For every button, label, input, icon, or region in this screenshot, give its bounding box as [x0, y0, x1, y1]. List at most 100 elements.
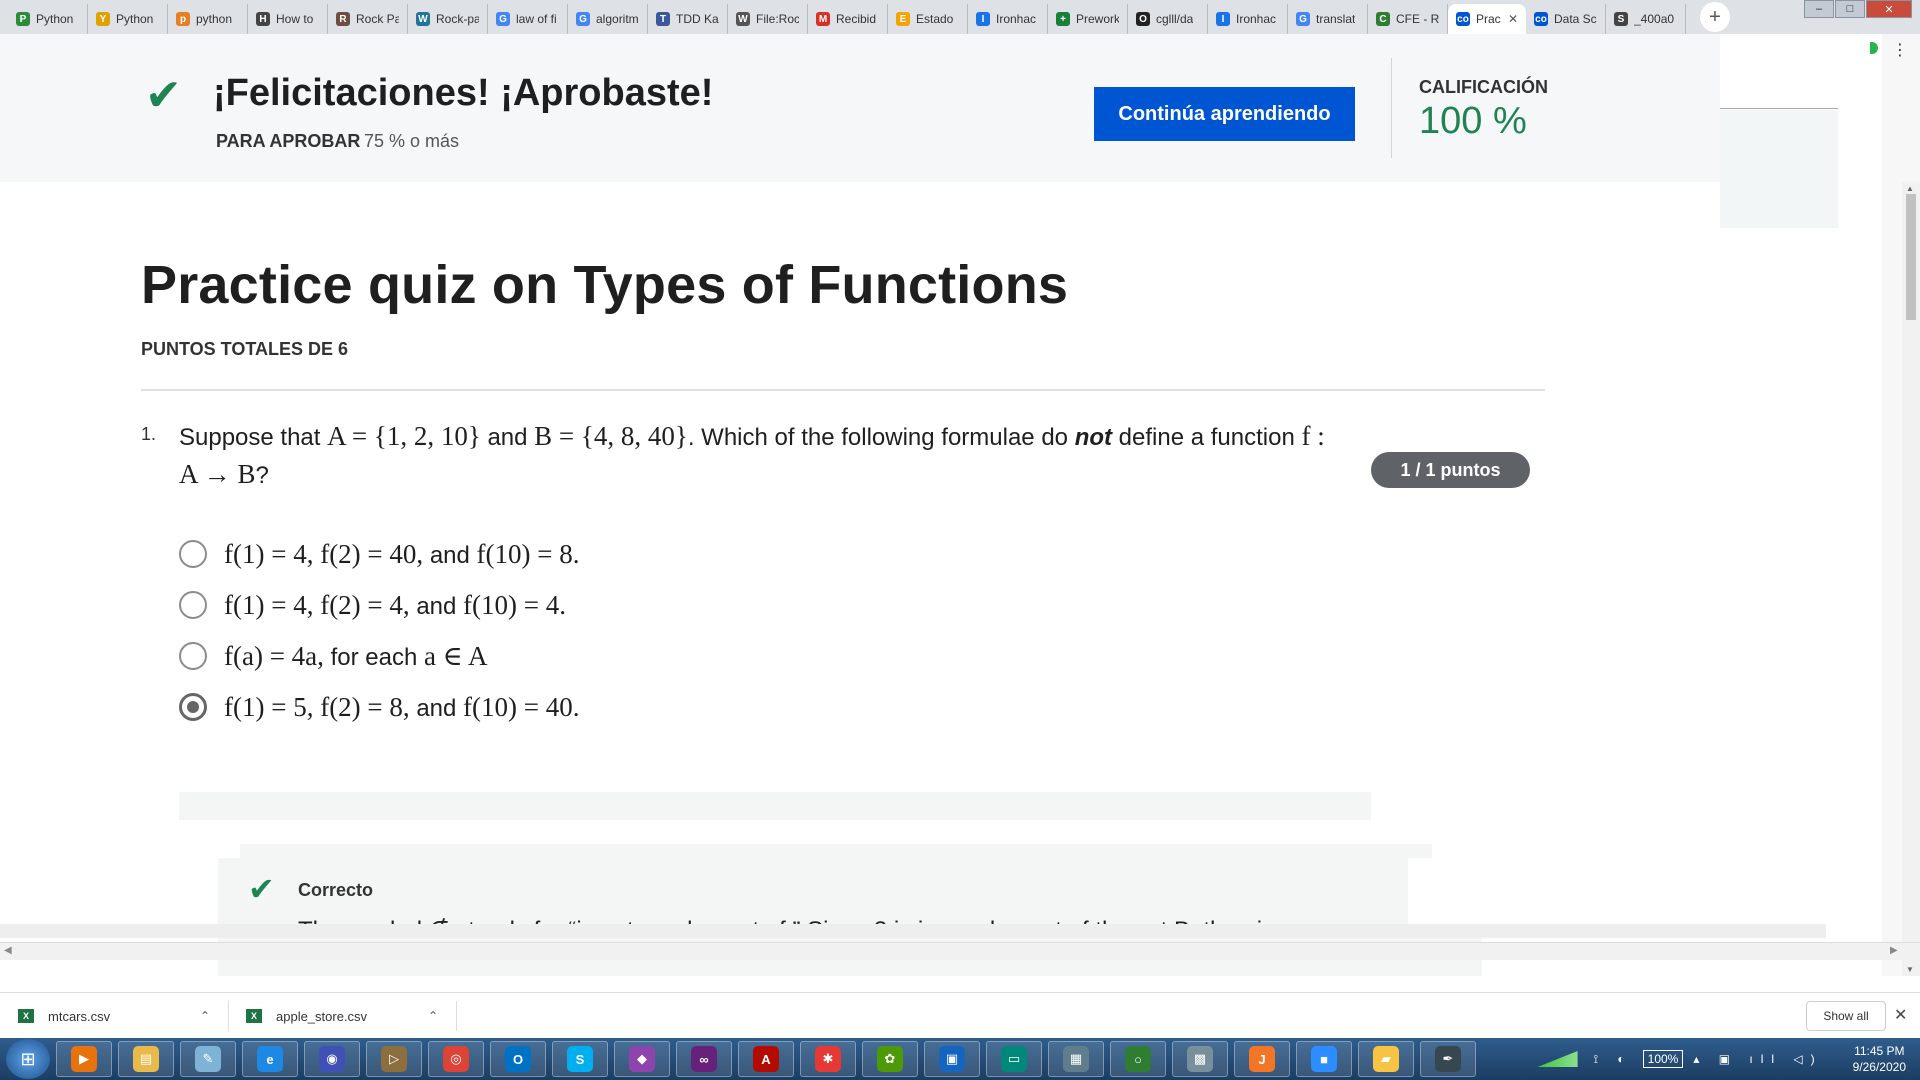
- browser-tab[interactable]: + Prework: [1048, 4, 1128, 34]
- taskbar-app-button[interactable]: ▣: [924, 1041, 980, 1077]
- taskbar-app-button[interactable]: O: [490, 1041, 546, 1077]
- download-item-apple-store[interactable]: X apple_store.csv ⌃: [246, 993, 446, 1039]
- taskbar-app-button[interactable]: S: [552, 1041, 608, 1077]
- taskbar-app-button[interactable]: ▦: [1048, 1041, 1104, 1077]
- taskbar-app-button[interactable]: ✱: [800, 1041, 856, 1077]
- browser-tab[interactable]: Y Python: [88, 4, 168, 34]
- show-all-downloads-button[interactable]: Show all: [1806, 1001, 1886, 1031]
- browser-tab[interactable]: T TDD Ka: [648, 4, 728, 34]
- browser-tab[interactable]: I Ironhac: [1208, 4, 1288, 34]
- tab-favicon-icon: G: [496, 12, 510, 26]
- answer-option[interactable]: f(1) = 4, f(2) = 40, and f(10) = 8.: [179, 534, 580, 574]
- scroll-left-icon[interactable]: ◀: [4, 945, 12, 956]
- taskbar-app-button[interactable]: ✒: [1420, 1041, 1476, 1077]
- taskbar-app-button[interactable]: ▶: [56, 1041, 112, 1077]
- taskbar-app-button[interactable]: e: [242, 1041, 298, 1077]
- horizontal-scrollbar[interactable]: ◀ ▶: [0, 942, 1920, 960]
- browser-tab[interactable]: co Prac ✕: [1448, 4, 1526, 34]
- browser-tab[interactable]: C CFE - R: [1368, 4, 1448, 34]
- browser-tab[interactable]: W Rock-pa: [408, 4, 488, 34]
- clock[interactable]: 11:45 PM 9/26/2020: [1853, 1043, 1906, 1075]
- browser-tab[interactable]: S _400a0: [1606, 4, 1686, 34]
- volume-icon[interactable]: ▴ ▣ ıll ◁): [1693, 1052, 1822, 1066]
- radio-unselected-icon[interactable]: [179, 591, 207, 619]
- scroll-right-icon[interactable]: ▶: [1890, 945, 1898, 956]
- chevron-up-icon[interactable]: ⌃: [200, 1009, 210, 1023]
- answer-option[interactable]: f(1) = 4, f(2) = 4, and f(10) = 4.: [179, 585, 566, 625]
- radio-selected-icon[interactable]: [179, 693, 207, 721]
- taskbar-app-button[interactable]: ○: [1110, 1041, 1166, 1077]
- pen-icon: ✒: [1435, 1046, 1461, 1072]
- close-window-button[interactable]: ✕: [1866, 0, 1912, 18]
- overlay-band: [0, 924, 1826, 938]
- option-math: f(1) = 5, f(2) = 8,: [224, 691, 410, 722]
- taskbar-app-button[interactable]: ◆: [614, 1041, 670, 1077]
- continue-learning-button[interactable]: Continúa aprendiendo: [1094, 87, 1355, 141]
- scroll-up-icon[interactable]: ▲: [1906, 184, 1914, 193]
- excel-file-icon: X: [246, 1009, 262, 1023]
- browser-tab[interactable]: E Estado: [888, 4, 968, 34]
- taskbar-app-button[interactable]: ◎: [428, 1041, 484, 1077]
- tab-title: Ironhac: [1236, 12, 1277, 26]
- answer-option[interactable]: f(a) = 4a, for each a ∈ A: [179, 636, 487, 676]
- taskbar-app-button[interactable]: A: [738, 1041, 794, 1077]
- taskbar-app-button[interactable]: ✎: [180, 1041, 236, 1077]
- chevron-up-icon[interactable]: ⌃: [428, 1009, 438, 1023]
- browser-tab[interactable]: Ocglll/da: [1128, 4, 1208, 34]
- taskbar-app-button[interactable]: ▩: [1172, 1041, 1228, 1077]
- browser-tab[interactable]: M Recibid: [808, 4, 888, 34]
- taskbar-app-button[interactable]: ▭: [986, 1041, 1042, 1077]
- battery-indicator[interactable]: 100%: [1642, 1050, 1684, 1068]
- folder-icon: ▰: [1373, 1046, 1399, 1072]
- minimize-button[interactable]: –: [1804, 0, 1834, 18]
- tab-favicon-icon: W: [416, 12, 430, 26]
- download-item-mtcars[interactable]: X mtcars.csv ⌃: [18, 993, 218, 1039]
- tab-favicon-icon: C: [1376, 12, 1390, 26]
- browser-tab[interactable]: H How to: [248, 4, 328, 34]
- close-tab-icon[interactable]: ✕: [1508, 12, 1518, 26]
- new-tab-button[interactable]: +: [1700, 2, 1730, 32]
- taskbar-app-button[interactable]: ▷: [366, 1041, 422, 1077]
- clock-time: 11:45 PM: [1854, 1044, 1905, 1058]
- answer-option[interactable]: f(1) = 5, f(2) = 8, and f(10) = 40.: [179, 687, 580, 727]
- browser-tab[interactable]: P Python: [8, 4, 88, 34]
- browser-tab[interactable]: W File:Roc: [728, 4, 808, 34]
- taskbar-app-button[interactable]: ∞: [676, 1041, 732, 1077]
- taskbar-app-button[interactable]: ▰: [1358, 1041, 1414, 1077]
- radio-unselected-icon[interactable]: [179, 642, 207, 670]
- browser-tab[interactable]: p python: [168, 4, 248, 34]
- grid-app-icon: ▦: [1063, 1046, 1089, 1072]
- taskbar-app-button[interactable]: ■: [1296, 1041, 1352, 1077]
- start-button[interactable]: ⊞: [6, 1039, 50, 1079]
- scrollbar-thumb[interactable]: [1906, 194, 1916, 320]
- taskbar-app-button[interactable]: ◉: [304, 1041, 360, 1077]
- tab-title: Data Sc: [1554, 12, 1597, 26]
- network-signal-icon[interactable]: [1537, 1051, 1578, 1067]
- file-explorer-icon: ▤: [133, 1046, 159, 1072]
- vertical-scrollbar[interactable]: ▲ ▼: [1902, 182, 1920, 976]
- option-text: and: [409, 592, 464, 620]
- scroll-down-icon[interactable]: ▼: [1906, 965, 1914, 974]
- browser-tab[interactable]: R Rock Pa: [328, 4, 408, 34]
- download-filename: apple_store.csv: [276, 1008, 368, 1024]
- taskbar-app-button[interactable]: ▤: [118, 1041, 174, 1077]
- browser-tab[interactable]: Gtranslat: [1288, 4, 1368, 34]
- pass-banner: ✔ ¡Felicitaciones! ¡Aprobaste! PARA APRO…: [0, 34, 1720, 182]
- browser-tab[interactable]: co Data Sc: [1526, 4, 1606, 34]
- radio-unselected-icon[interactable]: [179, 540, 207, 568]
- browser-tab[interactable]: I Ironhac: [968, 4, 1048, 34]
- browser-tab[interactable]: Glaw of fi: [488, 4, 568, 34]
- browser-tab[interactable]: Galgoritm: [568, 4, 648, 34]
- taskbar-app-button[interactable]: J: [1234, 1041, 1290, 1077]
- tab-favicon-icon: E: [896, 12, 910, 26]
- more-options-icon[interactable]: ⋮: [1892, 40, 1908, 60]
- taskbar-app-button[interactable]: ✿: [862, 1041, 918, 1077]
- close-download-bar-icon[interactable]: ✕: [1894, 1005, 1907, 1025]
- tray-icons[interactable]: ⟟ ◐: [1594, 1052, 1633, 1067]
- tab-favicon-icon: p: [176, 12, 190, 26]
- tab-favicon-icon: T: [656, 12, 670, 26]
- system-tray: ⟟ ◐ 100% ▴ ▣ ıll ◁) 11:45 PM 9/26/2020: [1537, 1038, 1920, 1080]
- tab-favicon-icon: +: [1056, 12, 1070, 26]
- maximize-button[interactable]: □: [1835, 0, 1865, 18]
- tab-favicon-icon: P: [16, 12, 30, 26]
